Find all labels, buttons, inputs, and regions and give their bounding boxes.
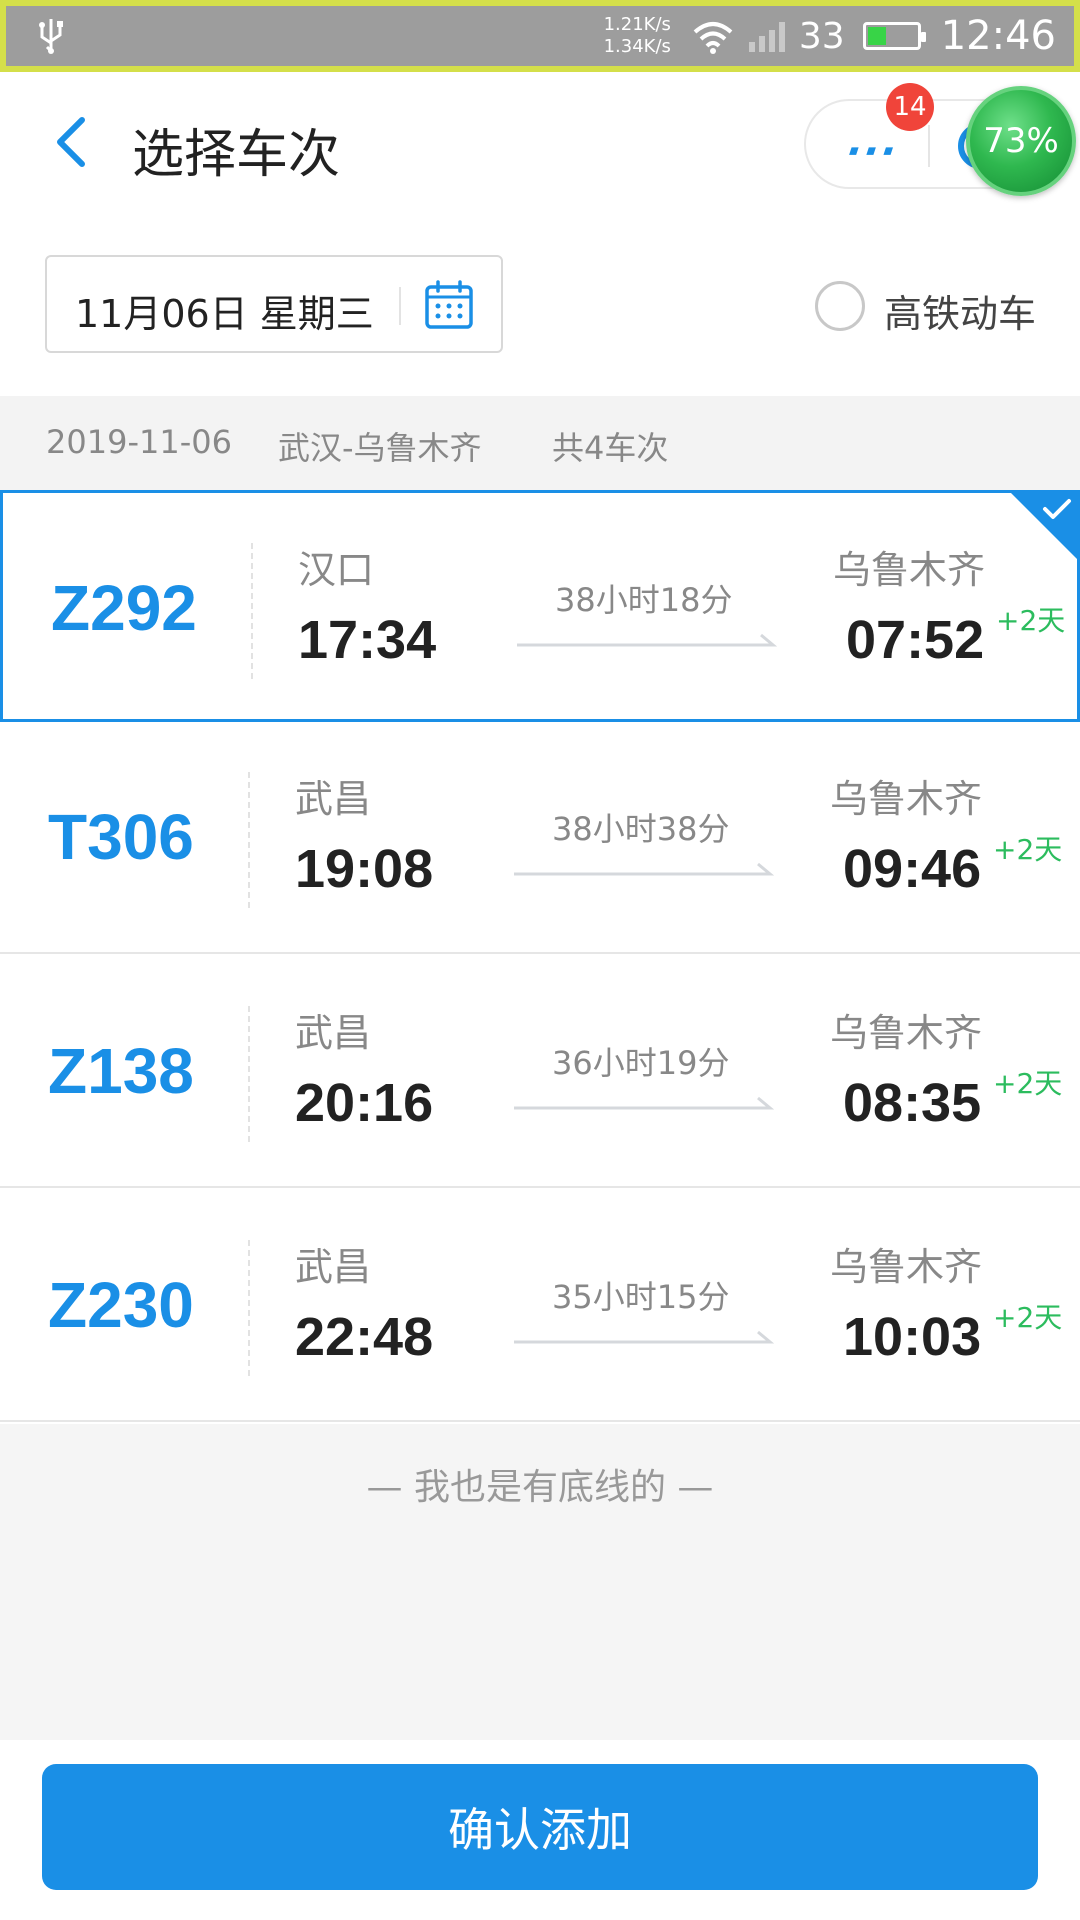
row-divider xyxy=(248,1006,250,1142)
back-arrow-icon[interactable] xyxy=(44,112,104,172)
travel-duration: 38小时18分 xyxy=(555,581,733,619)
capsule-divider xyxy=(928,125,930,167)
direction-arrow-icon xyxy=(514,862,775,876)
summary-route: 武汉-乌鲁木齐 xyxy=(278,429,482,467)
status-bar: 1.21K/s 1.34K/s 33 12:46 xyxy=(0,0,1080,72)
battery-fill xyxy=(867,27,886,45)
high-speed-label[interactable]: 高铁动车 xyxy=(884,283,1036,338)
departure-time: 20:16 xyxy=(295,1073,434,1133)
arrival-station: 乌鲁木齐 xyxy=(833,548,986,592)
page-title: 选择车次 xyxy=(132,125,341,185)
travel-duration: 36小时19分 xyxy=(552,1044,730,1082)
status-time: 12:46 xyxy=(940,13,1056,59)
departure-station: 汉口 xyxy=(298,548,375,592)
train-number: Z230 xyxy=(48,1269,194,1341)
more-icon[interactable]: ··· xyxy=(839,129,906,175)
signal-strength: 33 xyxy=(798,15,845,57)
signal-icon xyxy=(748,20,785,52)
route-summary-bar: 2019-11-06 武汉-乌鲁木齐 共4车次 xyxy=(0,396,1080,490)
departure-station: 武昌 xyxy=(295,1011,372,1055)
floating-percent-ball[interactable]: 73% xyxy=(966,86,1076,196)
date-label: 11月06日 星期三 xyxy=(75,292,374,336)
summary-count: 共4车次 xyxy=(552,429,669,467)
confirm-add-button[interactable]: 确认添加 xyxy=(42,1764,1038,1890)
summary-date: 2019-11-06 xyxy=(46,423,232,461)
notification-badge: 14 xyxy=(886,83,934,131)
train-number: T306 xyxy=(48,801,194,873)
high-speed-radio[interactable] xyxy=(815,281,865,331)
travel-duration: 38小时38分 xyxy=(552,810,730,848)
train-row[interactable]: Z138 武昌 20:16 36小时19分 乌鲁木齐 08:35 +2天 xyxy=(0,956,1080,1188)
next-day-badge: +2天 xyxy=(993,833,1063,866)
arrival-station: 乌鲁木齐 xyxy=(830,1245,983,1289)
arrival-station: 乌鲁木齐 xyxy=(830,1011,983,1055)
usb-icon xyxy=(36,17,66,55)
row-divider xyxy=(248,772,250,908)
arrival-time: 07:52 xyxy=(846,610,985,670)
selected-check-icon xyxy=(1011,493,1077,559)
net-up: 1.21K/s xyxy=(603,14,671,35)
train-row[interactable]: Z230 武昌 22:48 35小时15分 乌鲁木齐 10:03 +2天 xyxy=(0,1190,1080,1422)
direction-arrow-icon xyxy=(514,1330,775,1344)
next-day-badge: +2天 xyxy=(993,1301,1063,1334)
battery-icon xyxy=(862,22,926,50)
departure-time: 22:48 xyxy=(295,1307,434,1367)
date-divider xyxy=(399,287,401,325)
train-row[interactable]: Z292 汉口 17:34 38小时18分 乌鲁木齐 07:52 +2天 xyxy=(0,490,1080,722)
arrival-station: 乌鲁木齐 xyxy=(830,777,983,821)
train-number: Z138 xyxy=(48,1035,194,1107)
row-divider xyxy=(251,543,253,679)
arrival-time: 10:03 xyxy=(843,1307,982,1367)
net-down: 1.34K/s xyxy=(603,36,671,57)
departure-station: 武昌 xyxy=(295,777,372,821)
date-picker[interactable]: 11月06日 星期三 xyxy=(45,255,503,353)
end-of-list-text: — 我也是有底线的 — xyxy=(366,1467,714,1508)
departure-station: 武昌 xyxy=(295,1245,372,1289)
calendar-icon[interactable] xyxy=(423,279,475,331)
departure-time: 17:34 xyxy=(298,610,437,670)
row-divider xyxy=(248,1240,250,1376)
direction-arrow-icon xyxy=(517,633,778,647)
arrival-time: 08:35 xyxy=(843,1073,982,1133)
direction-arrow-icon xyxy=(514,1096,775,1110)
train-row[interactable]: T306 武昌 19:08 38小时38分 乌鲁木齐 09:46 +2天 xyxy=(0,722,1080,954)
departure-time: 19:08 xyxy=(295,839,434,899)
usb-icon-svg xyxy=(39,19,63,54)
next-day-badge: +2天 xyxy=(996,604,1066,637)
next-day-badge: +2天 xyxy=(993,1067,1063,1100)
wifi-icon xyxy=(693,22,733,54)
arrival-time: 09:46 xyxy=(843,839,982,899)
network-speed: 1.21K/s 1.34K/s xyxy=(604,14,671,58)
train-number: Z292 xyxy=(51,572,197,644)
travel-duration: 35小时15分 xyxy=(552,1278,730,1316)
